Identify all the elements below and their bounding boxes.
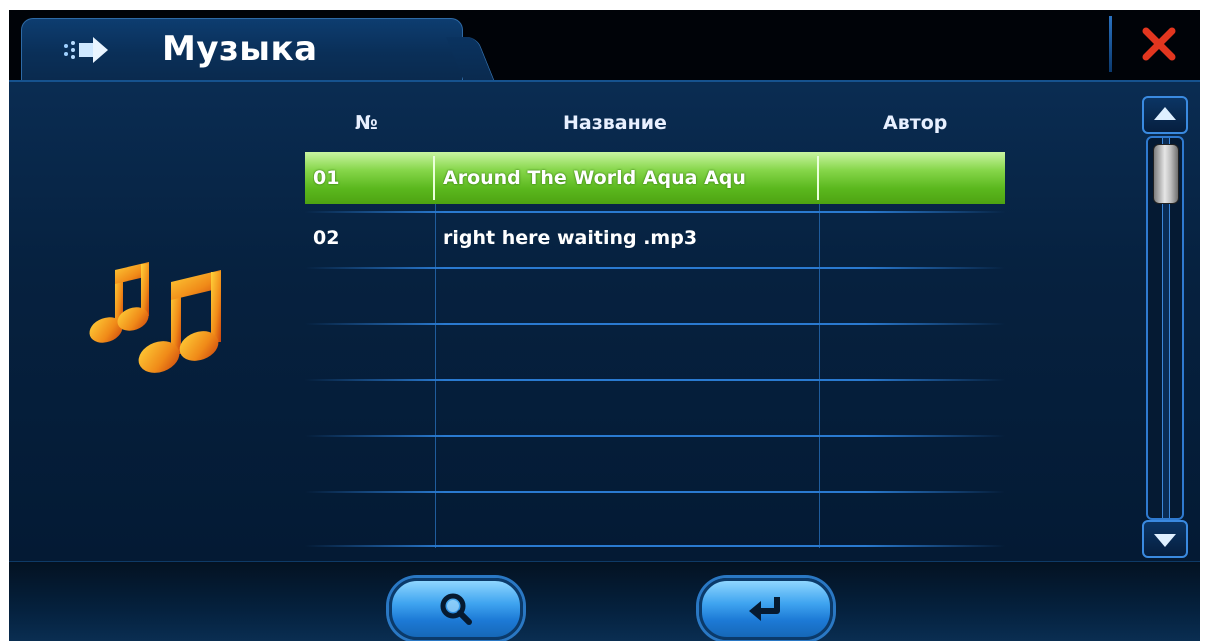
column-header-number[interactable]: № [355,112,378,134]
track-number: 02 [313,227,340,249]
close-icon[interactable] [1139,24,1179,64]
table-row[interactable]: 01 Around The World Aqua Aqu [305,152,1005,204]
arrow-right-icon [64,37,108,63]
row-divider [305,491,1005,493]
row-divider [305,435,1005,437]
content-area: № Название Автор 01 Around The World Aqu… [9,80,1200,563]
title-tab: Музыка [21,18,463,81]
page-title: Музыка [162,29,318,69]
music-notes-icon [89,262,221,373]
search-button[interactable] [389,578,523,640]
title-separator [1109,16,1112,72]
scroll-down-button[interactable] [1142,520,1188,558]
track-name: right here waiting .mp3 [443,227,698,249]
column-header-author[interactable]: Автор [883,112,947,134]
scroll-track[interactable] [1146,136,1184,520]
row-divider [305,379,1005,381]
scroll-thumb[interactable] [1153,144,1179,204]
row-divider [305,267,1005,269]
track-table: № Название Автор 01 Around The World Aqu… [305,102,1010,548]
scrollbar[interactable] [1142,96,1188,558]
triangle-up-icon [1154,107,1176,120]
triangle-down-icon [1154,534,1176,547]
row-divider [305,545,1005,547]
column-header-name[interactable]: Название [563,112,667,134]
row-divider [305,323,1005,325]
table-row[interactable]: 02 right here waiting .mp3 [305,212,1005,264]
search-icon [440,593,472,625]
track-author [829,212,999,264]
return-icon [749,597,780,621]
track-name: Around The World Aqua Aqu [443,167,746,189]
row-divider [305,211,1005,213]
bottom-bar [9,561,1200,641]
back-button[interactable] [699,578,833,640]
title-bar: Музыка [9,10,1200,81]
scroll-up-button[interactable] [1142,96,1188,134]
track-author [829,152,999,204]
music-screen: Музыка № Название Автор 01 Around The Wo… [9,10,1200,641]
track-number: 01 [313,167,340,189]
